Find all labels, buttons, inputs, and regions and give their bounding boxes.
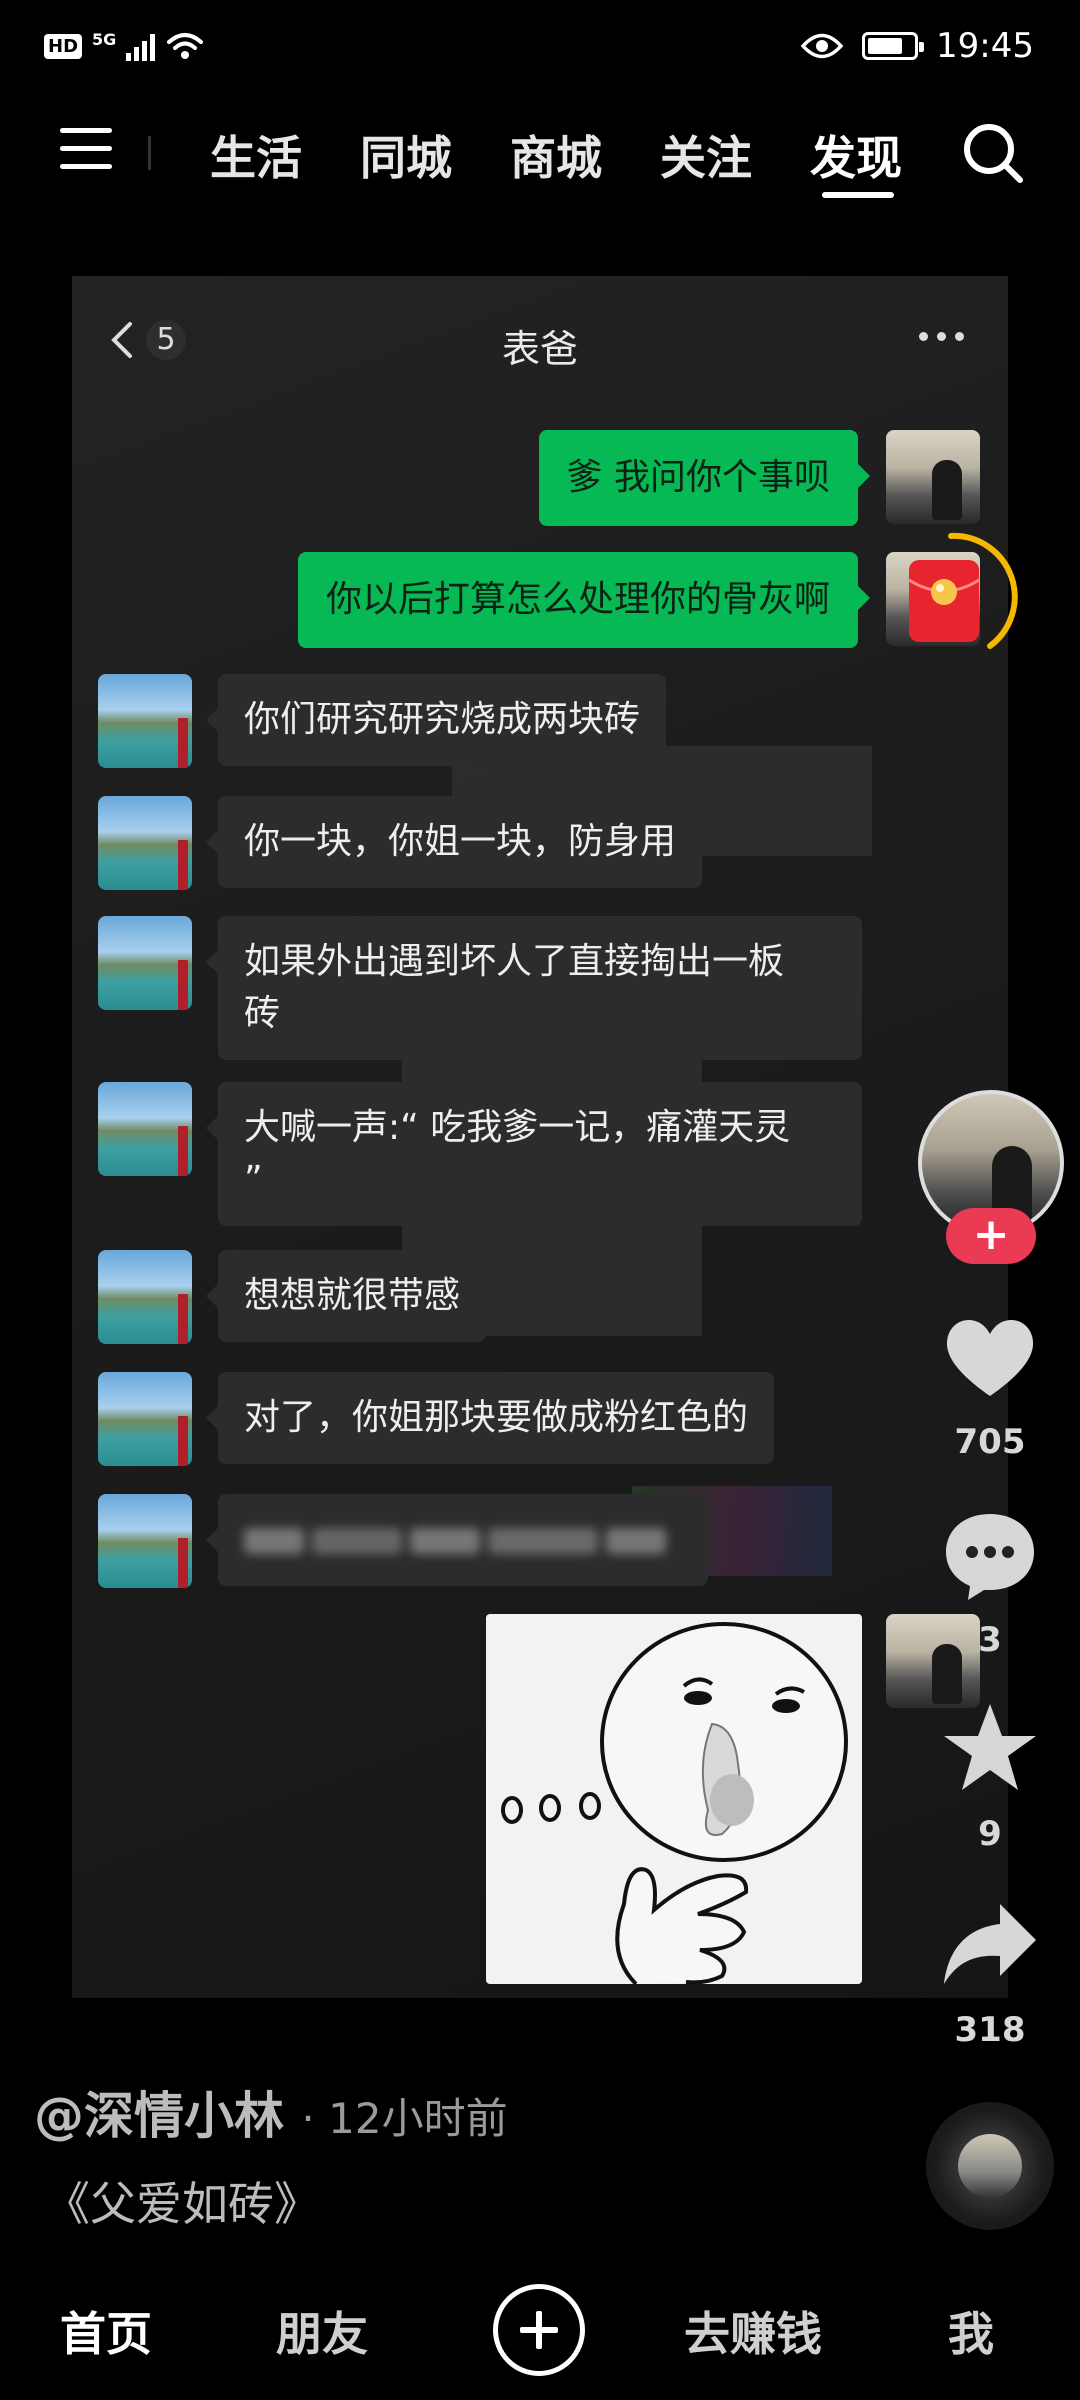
message-line: 如果外出遇到坏人了直接掏出一板 bbox=[244, 941, 785, 982]
follow-button[interactable]: + bbox=[946, 1208, 1036, 1264]
status-bar: HD 5G 19:45 bbox=[0, 0, 1080, 100]
chat-header: 5 表爸 bbox=[72, 276, 1008, 406]
friend-avatar bbox=[98, 1082, 192, 1176]
message-bubble-received: 你们研究研究烧成两块砖 bbox=[205, 674, 667, 766]
blurred-text bbox=[244, 1528, 682, 1554]
eye-icon bbox=[800, 33, 844, 59]
like-count: 705 bbox=[954, 1422, 1026, 1462]
author-name[interactable]: @深情小林 bbox=[34, 2087, 284, 2145]
status-time: 19:45 bbox=[936, 26, 1034, 66]
message-bubble-received: 如果外出遇到坏人了直接掏出一板 砖 bbox=[206, 916, 862, 1060]
tab-mall[interactable]: 商城 bbox=[510, 122, 602, 188]
add-icon[interactable] bbox=[493, 2284, 585, 2376]
friend-avatar bbox=[98, 674, 192, 768]
message-bubble-blurred bbox=[206, 1494, 708, 1586]
comment-icon[interactable] bbox=[942, 1508, 1038, 1604]
tab-local[interactable]: 同城 bbox=[360, 122, 452, 188]
friend-avatar bbox=[98, 916, 192, 1010]
message-line: ” bbox=[244, 1159, 263, 1200]
comment-count: 3 bbox=[978, 1620, 1002, 1660]
post-time: · 12小时前 bbox=[301, 2094, 508, 2143]
nav-me[interactable]: 我 bbox=[948, 2298, 994, 2364]
top-nav: 生活 同城 商城 关注 发现 bbox=[0, 108, 1080, 208]
music-disc-icon[interactable] bbox=[926, 2102, 1054, 2230]
friend-avatar bbox=[98, 1494, 192, 1588]
status-right: 19:45 bbox=[800, 26, 1034, 66]
nav-earn[interactable]: 去赚钱 bbox=[684, 2298, 822, 2364]
search-icon[interactable] bbox=[960, 120, 1026, 186]
post-caption: 《父爱如砖》 bbox=[44, 2177, 320, 2231]
chat-title: 表爸 bbox=[501, 327, 578, 371]
tab-discover[interactable]: 发现 bbox=[810, 122, 902, 188]
thinking-meme-sticker bbox=[486, 1614, 862, 1984]
menu-icon[interactable] bbox=[60, 128, 112, 176]
post-author-line: @深情小林 · 12小时前 bbox=[34, 2076, 508, 2148]
message-bubble-sent: 爹 我问你个事呗 bbox=[538, 430, 871, 526]
video-player[interactable]: 5 表爸 爹 我问你个事呗 你以后打算怎么处理你的骨灰啊 你们研究研究烧成两块砖… bbox=[72, 276, 1008, 1998]
message-line: 大喊一声:“ 吃我爹一记，痛灌天灵 bbox=[244, 1107, 791, 1148]
tab-following[interactable]: 关注 bbox=[660, 122, 752, 188]
heart-icon[interactable] bbox=[942, 1310, 1038, 1406]
tab-life[interactable]: 生活 bbox=[210, 122, 302, 188]
share-icon[interactable] bbox=[942, 1896, 1038, 1992]
message-bubble-received: 你一块，你姐一块，防身用 bbox=[205, 796, 703, 888]
favorite-count: 9 bbox=[978, 1814, 1002, 1854]
friend-avatar bbox=[98, 1250, 192, 1344]
status-left: HD 5G bbox=[44, 30, 205, 62]
red-envelope-icon[interactable] bbox=[880, 526, 1022, 668]
network-label: 5G bbox=[92, 30, 117, 49]
message-line: 砖 bbox=[244, 993, 281, 1034]
bottom-nav: 首页 朋友 去赚钱 我 bbox=[0, 2262, 1080, 2400]
hd-badge: HD bbox=[44, 33, 83, 59]
message-bubble-received: 想想就很带感 bbox=[205, 1250, 487, 1342]
nav-home[interactable]: 首页 bbox=[60, 2298, 152, 2364]
star-icon[interactable] bbox=[942, 1700, 1038, 1796]
message-bubble-received: 对了，你姐那块要做成粉红色的 bbox=[205, 1372, 775, 1464]
more-icon[interactable] bbox=[919, 332, 964, 341]
nav-friends[interactable]: 朋友 bbox=[276, 2298, 368, 2364]
message-bubble-received: 大喊一声:“ 吃我爹一记，痛灌天灵 ” bbox=[206, 1082, 862, 1226]
signal-icon bbox=[126, 31, 156, 61]
friend-avatar bbox=[98, 796, 192, 890]
my-avatar bbox=[886, 430, 980, 524]
message-bubble-sent: 你以后打算怎么处理你的骨灰啊 bbox=[297, 552, 871, 648]
battery-icon bbox=[862, 32, 925, 60]
thinking-face-icon bbox=[501, 1622, 848, 1984]
nav-divider bbox=[148, 136, 151, 170]
active-tab-indicator bbox=[822, 192, 894, 198]
friend-avatar bbox=[98, 1372, 192, 1466]
share-count: 318 bbox=[954, 2010, 1026, 2050]
wifi-icon bbox=[167, 33, 204, 59]
